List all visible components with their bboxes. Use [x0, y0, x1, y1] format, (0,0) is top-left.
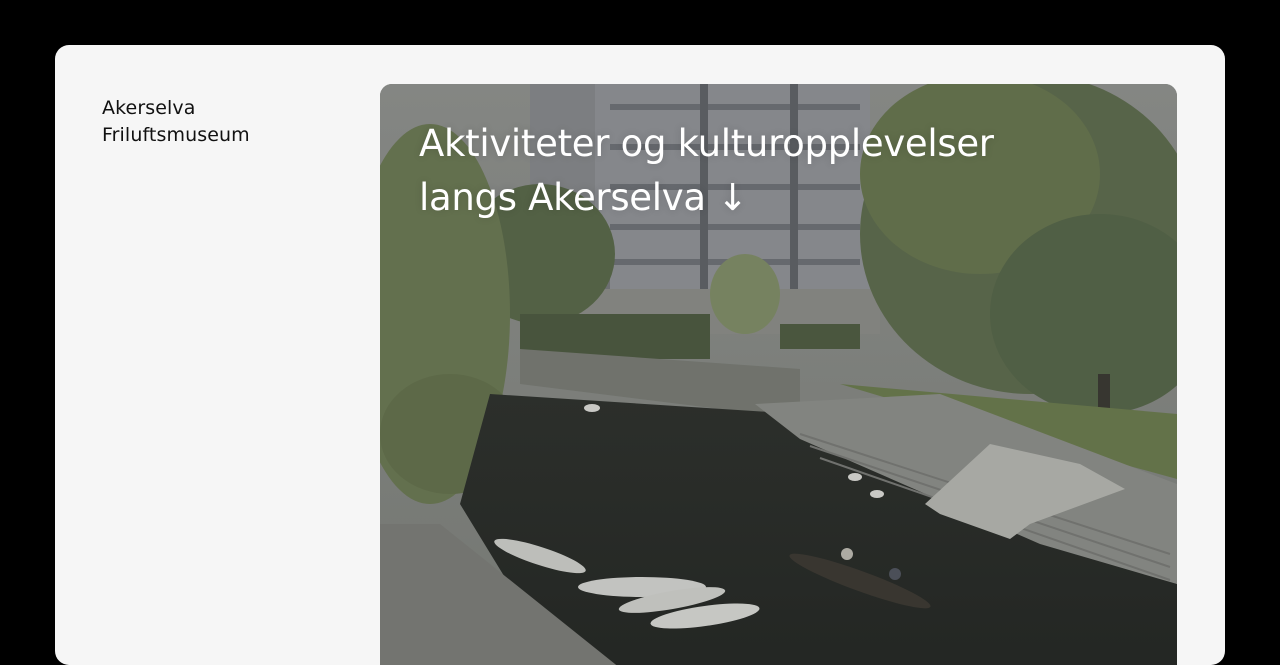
hero-title-line-1: Aktiviteter og kulturopplevelser: [419, 122, 994, 165]
logo-line-2: Friluftsmuseum: [102, 124, 250, 146]
logo-line-1: Akerselva: [102, 97, 196, 119]
site-logo[interactable]: Akerselva Friluftsmuseum: [102, 95, 250, 149]
hero-section: Aktiviteter og kulturopplevelser langs A…: [380, 84, 1177, 665]
hero-title: Aktiviteter og kulturopplevelser langs A…: [419, 117, 994, 225]
main-card: Akerselva Friluftsmuseum Aktiviteter og …: [55, 45, 1225, 665]
hero-title-line-2[interactable]: langs Akerselva ↓: [419, 171, 994, 225]
